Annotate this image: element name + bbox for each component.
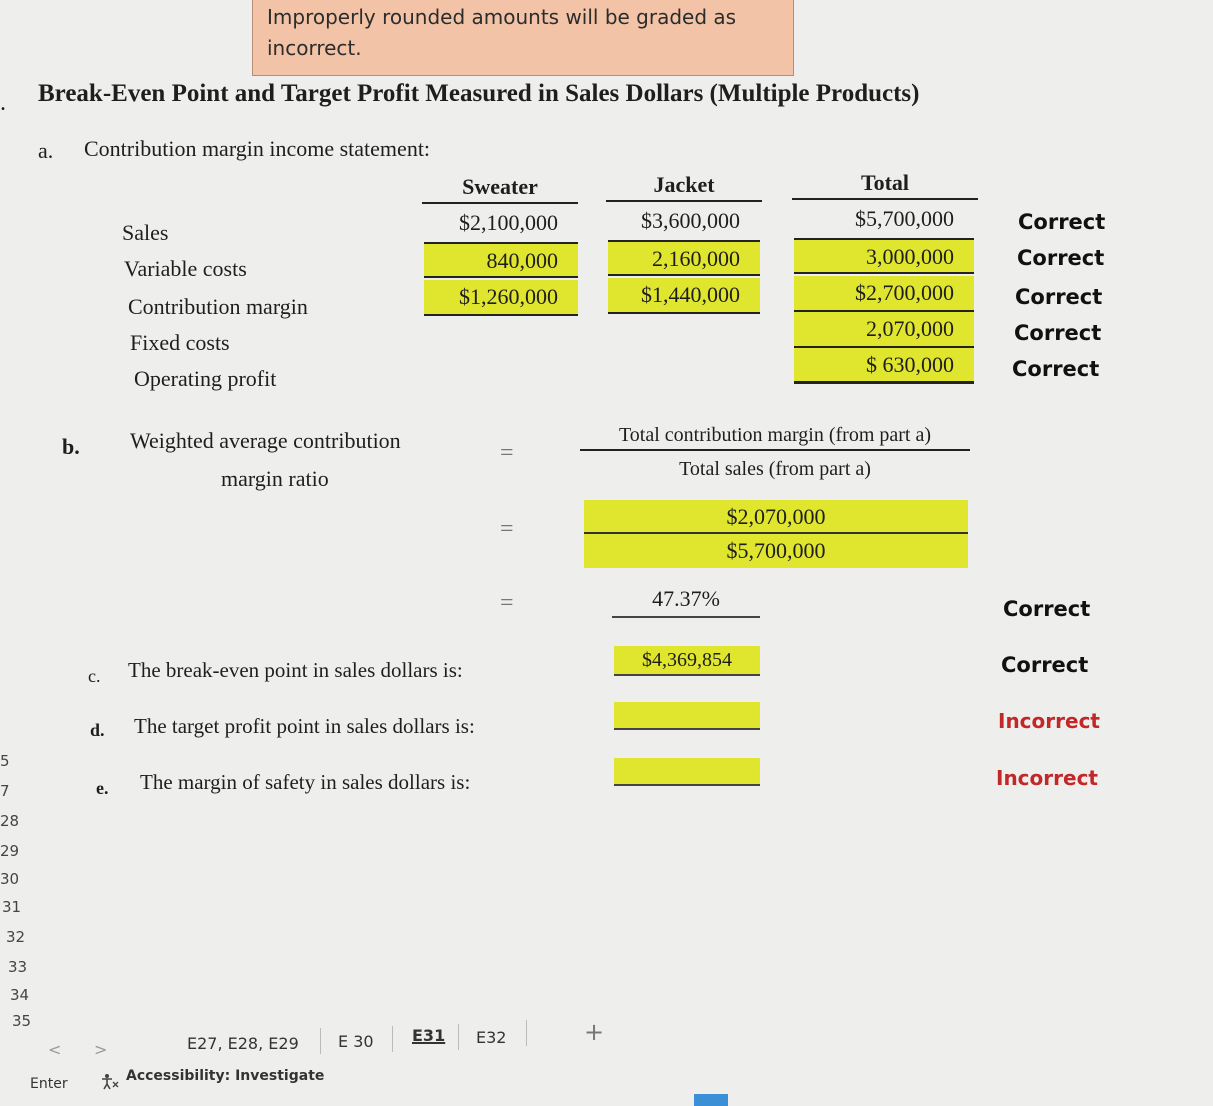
- part-d-letter: d.: [90, 720, 105, 740]
- header-sweater: Sweater: [422, 174, 578, 204]
- target-profit-input[interactable]: [614, 702, 760, 730]
- row-number: 5: [0, 752, 10, 770]
- problem-title: Break-Even Point and Target Profit Measu…: [38, 80, 920, 107]
- add-sheet-button[interactable]: +: [584, 1018, 604, 1046]
- status-target-profit: Incorrect: [998, 709, 1100, 733]
- tab-separator: [526, 1020, 527, 1046]
- row-number: 33: [8, 958, 28, 976]
- total-variable-costs-input[interactable]: 3,000,000: [794, 238, 974, 274]
- rounding-note: Improperly rounded amounts will be grade…: [252, 0, 794, 76]
- total-contribution-margin-input[interactable]: $2,700,000: [794, 276, 974, 312]
- tab-separator: [392, 1026, 393, 1052]
- sheet-tab-e27-e28-e29[interactable]: E27, E28, E29: [187, 1034, 299, 1053]
- row-number: 29: [0, 842, 20, 860]
- status-contribution-margin: Correct: [1015, 285, 1103, 309]
- part-c-letter: c.: [88, 666, 101, 686]
- part-b-label-line2: margin ratio: [221, 466, 329, 491]
- break-even-input[interactable]: $4,369,854: [614, 646, 760, 676]
- part-b-letter: b.: [62, 434, 80, 459]
- status-operating-profit: Correct: [1012, 357, 1100, 381]
- row-label-variable-costs: Variable costs: [124, 256, 247, 281]
- row-label-sales: Sales: [122, 220, 169, 245]
- sheet-tab-e30[interactable]: E 30: [338, 1032, 374, 1051]
- row-label-contribution-margin: Contribution margin: [128, 294, 308, 319]
- accessibility-icon: [100, 1072, 120, 1090]
- header-jacket: Jacket: [606, 172, 762, 202]
- tab-separator: [458, 1024, 459, 1050]
- accessibility-status[interactable]: Accessibility: Investigate: [126, 1068, 324, 1084]
- row-number: 32: [6, 928, 26, 946]
- row-number: 35: [12, 1012, 32, 1030]
- total-fixed-costs-input[interactable]: 2,070,000: [794, 312, 974, 348]
- total-operating-profit-input[interactable]: $ 630,000: [794, 348, 974, 384]
- taskbar-start-icon[interactable]: [694, 1094, 728, 1106]
- row-number: 34: [10, 986, 30, 1004]
- part-a-letter: a.: [38, 138, 54, 163]
- status-variable-costs: Correct: [1017, 246, 1105, 270]
- part-a-label: Contribution margin income statement:: [84, 136, 431, 161]
- status-fixed-costs: Correct: [1014, 321, 1102, 345]
- status-mode: Enter: [30, 1076, 68, 1092]
- formula-numerator: Total contribution margin (from part a): [580, 424, 970, 451]
- row-number: 31: [2, 898, 22, 916]
- part-d-label: The target profit point in sales dollars…: [134, 714, 475, 738]
- part-c-label: The break-even point in sales dollars is…: [128, 658, 463, 682]
- sweater-variable-costs-input[interactable]: 840,000: [424, 242, 578, 278]
- status-break-even: Correct: [1001, 653, 1089, 677]
- sheet-tab-e32[interactable]: E32: [476, 1028, 506, 1047]
- equals-sign-1: =: [500, 440, 514, 466]
- sweater-sales: $2,100,000: [459, 210, 558, 235]
- status-margin-of-safety: Incorrect: [996, 766, 1098, 790]
- total-sales: $5,700,000: [855, 206, 954, 231]
- sweater-contribution-margin-input[interactable]: $1,260,000: [424, 280, 578, 316]
- row-number: 7: [0, 782, 10, 800]
- sheet-next-button[interactable]: >: [94, 1040, 107, 1059]
- part-e-label: The margin of safety in sales dollars is…: [140, 770, 471, 794]
- jacket-sales: $3,600,000: [641, 208, 740, 233]
- row-label-fixed-costs: Fixed costs: [130, 330, 230, 355]
- margin-of-safety-input[interactable]: [614, 758, 760, 786]
- sheet-prev-button[interactable]: <: [48, 1040, 61, 1059]
- wacm-numerator-input[interactable]: $2,070,000: [584, 500, 968, 534]
- equals-sign-2: =: [500, 516, 514, 542]
- wacm-result-input[interactable]: 47.37%: [612, 582, 760, 618]
- sheet-tab-e31[interactable]: E31: [412, 1026, 445, 1045]
- status-wacm: Correct: [1003, 597, 1091, 621]
- formula-denominator: Total sales (from part a): [679, 458, 871, 480]
- row-number: 30: [0, 870, 20, 888]
- part-b-label-line1: Weighted average contribution: [130, 428, 401, 453]
- jacket-contribution-margin-input[interactable]: $1,440,000: [608, 278, 760, 314]
- equals-sign-3: =: [500, 590, 514, 616]
- row-label-operating-profit: Operating profit: [134, 366, 277, 391]
- tab-separator: [320, 1028, 321, 1054]
- part-e-letter: e.: [96, 778, 109, 798]
- jacket-variable-costs-input[interactable]: 2,160,000: [608, 240, 760, 276]
- header-total: Total: [792, 170, 978, 200]
- status-sales: Correct: [1018, 210, 1106, 234]
- wacm-denominator-input[interactable]: $5,700,000: [584, 534, 968, 568]
- row-number: 28: [0, 812, 20, 830]
- row-marker: .: [0, 90, 6, 116]
